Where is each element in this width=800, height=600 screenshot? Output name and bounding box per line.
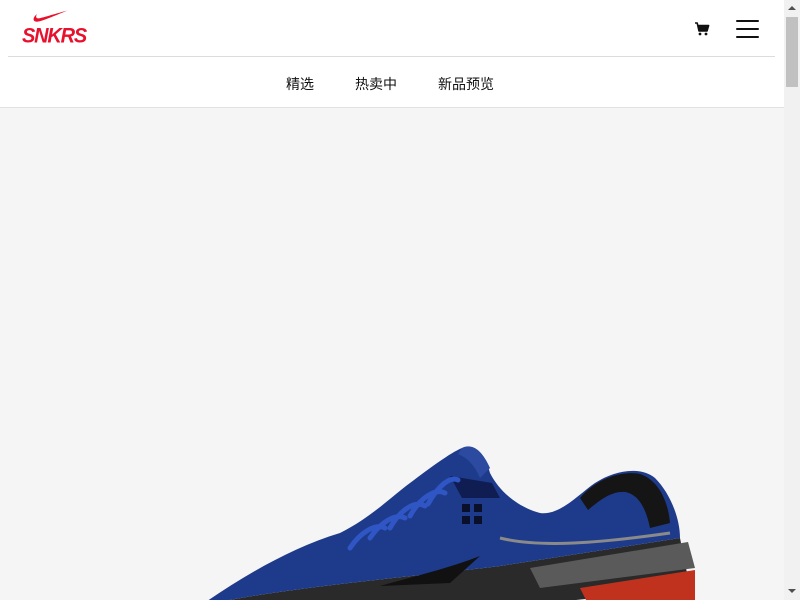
- scrollbar[interactable]: [784, 0, 800, 600]
- tab-in-stock[interactable]: 热卖中: [355, 74, 397, 94]
- scroll-up-arrow-icon[interactable]: [788, 4, 796, 12]
- header: SNKRS: [0, 0, 784, 57]
- sneaker-product-image[interactable]: [200, 438, 700, 600]
- tab-upcoming[interactable]: 新品预览: [438, 74, 494, 94]
- page: SNKRS 精选 热卖中 新品预览: [0, 0, 784, 600]
- snkrs-logo[interactable]: SNKRS: [22, 10, 87, 48]
- nav-tabs: 精选 热卖中 新品预览: [0, 57, 784, 108]
- cart-icon[interactable]: [693, 20, 711, 38]
- hamburger-menu-icon[interactable]: [735, 18, 761, 40]
- nike-swoosh-icon: [33, 10, 68, 22]
- tab-featured[interactable]: 精选: [286, 74, 314, 94]
- scroll-down-arrow-icon[interactable]: [788, 587, 796, 595]
- hero-banner[interactable]: [0, 108, 784, 600]
- scroll-thumb[interactable]: [786, 17, 798, 87]
- logo-text: SNKRS: [22, 24, 87, 48]
